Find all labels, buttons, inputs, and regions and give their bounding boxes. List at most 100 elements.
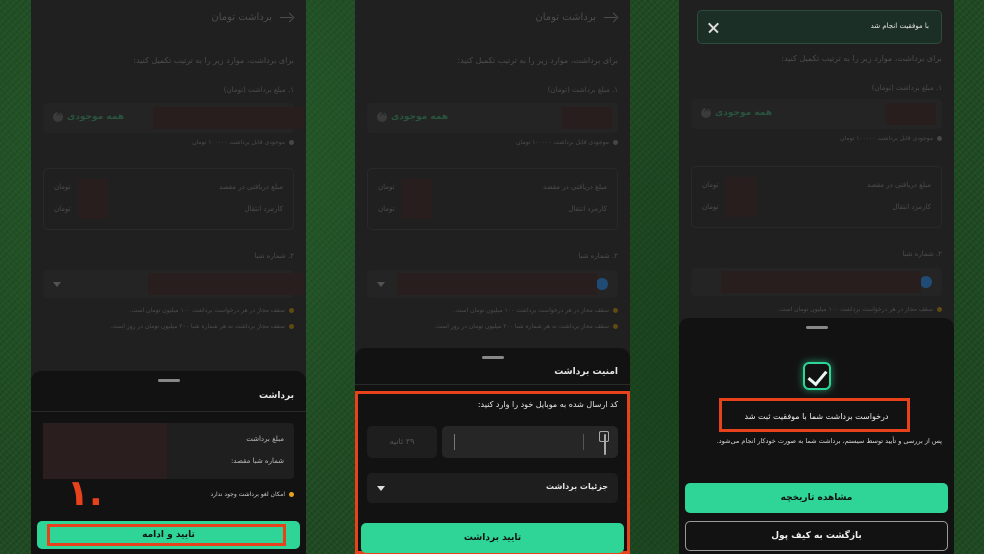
currency-1: تومان bbox=[54, 183, 71, 191]
chevron-down-icon bbox=[377, 282, 385, 287]
currency-2: تومان bbox=[378, 205, 395, 213]
security-sheet: امنیت برداشت کد ارسال شده به موبایل خود … bbox=[355, 348, 630, 554]
back-to-wallet-button[interactable]: بازگشت به کیف پول bbox=[685, 521, 948, 551]
sheba-select[interactable] bbox=[43, 270, 303, 298]
sheba-select[interactable] bbox=[367, 270, 618, 298]
sheba-label: ۲. شماره شبا bbox=[902, 250, 942, 258]
withdrawable-hint-row: موجودی قابل برداشت ۱۰۰۰۰۰ تومان bbox=[192, 139, 294, 146]
amount-label: ۱. مبلغ برداشت (تومان) bbox=[223, 86, 294, 94]
phone-screen-confirm: برداشت تومان برای برداشت، موارد زیر را ب… bbox=[31, 0, 306, 554]
withdrawable-hint: موجودی قابل برداشت ۱۰۰۰۰۰ تومان bbox=[516, 139, 609, 146]
page-title: برداشت تومان bbox=[535, 12, 596, 23]
phone-screen-security: برداشت تومان برای برداشت، موارد زیر را ب… bbox=[355, 0, 630, 554]
redacted-sheba bbox=[397, 273, 597, 295]
redacted-summary bbox=[43, 423, 167, 479]
redacted-sheba bbox=[148, 273, 303, 295]
redacted-values bbox=[402, 179, 432, 219]
limit-note-1-row: سقف مجاز در هر درخواست برداشت ۱۰۰ میلیون… bbox=[778, 306, 942, 313]
limit-note-1: سقف مجاز در هر درخواست برداشت ۱۰۰ میلیون… bbox=[129, 307, 285, 314]
summary-card: مبلغ دریافتی در مقصد کارمزد انتقال تومان… bbox=[43, 168, 294, 230]
withdrawable-hint: موجودی قابل برداشت ۱۰۰۰۰۰ تومان bbox=[192, 139, 285, 146]
fee-label: کارمزد انتقال bbox=[244, 205, 283, 213]
limit-note-2-row: سقف مجاز برداشت به هر شماره شبا ۲۰۰ میلی… bbox=[110, 323, 294, 330]
clear-icon[interactable] bbox=[53, 109, 63, 122]
limit-note-1: سقف مجاز در هر درخواست برداشت ۱۰۰ میلیون… bbox=[453, 307, 609, 314]
sheet-title: برداشت bbox=[258, 391, 294, 401]
sheet-handle[interactable] bbox=[157, 379, 180, 382]
all-balance-button[interactable]: همه موجودی bbox=[391, 112, 448, 122]
amount-input[interactable]: همه موجودی bbox=[367, 103, 618, 133]
currency-1: تومان bbox=[702, 181, 719, 189]
info-icon bbox=[289, 140, 294, 145]
cancel-note-row: امکان لغو برداشت وجود ندارد bbox=[210, 491, 294, 498]
chevron-down-icon bbox=[53, 282, 61, 287]
currency-2: تومان bbox=[54, 205, 71, 213]
highlight-success-title bbox=[719, 398, 910, 432]
redacted-amount bbox=[562, 107, 612, 129]
back-arrow-icon[interactable] bbox=[604, 13, 618, 23]
limit-note-1-row: سقف مجاز در هر درخواست برداشت ۱۰۰ میلیون… bbox=[454, 307, 618, 314]
confirm-withdraw-button[interactable]: تایید برداشت bbox=[361, 523, 624, 553]
success-check-icon bbox=[803, 362, 831, 390]
clear-icon[interactable] bbox=[701, 105, 711, 118]
sheet-handle[interactable] bbox=[805, 326, 828, 329]
redacted-amount bbox=[153, 107, 303, 129]
view-history-button[interactable]: مشاهده تاریخچه bbox=[685, 483, 948, 513]
redacted-values bbox=[78, 179, 108, 219]
receive-label: مبلغ دریافتی در مقصد bbox=[543, 183, 607, 191]
code-prompt: کد ارسال شده به موبایل خود را وارد کنید: bbox=[477, 400, 618, 409]
limit-note-1: سقف مجاز در هر درخواست برداشت ۱۰۰ میلیون… bbox=[777, 306, 933, 313]
confirm-sheba-label: شماره شبا مقصد: bbox=[230, 457, 284, 465]
summary-card: مبلغ دریافتی در مقصد کارمزد انتقال تومان… bbox=[691, 166, 942, 228]
fee-label: کارمزد انتقال bbox=[892, 203, 931, 211]
redacted-values bbox=[726, 177, 756, 217]
instructions: برای برداشت، موارد زیر را به ترتیب تکمیل… bbox=[457, 56, 618, 65]
warning-dot-icon bbox=[613, 324, 618, 329]
bank-logo-icon bbox=[596, 278, 608, 290]
amount-input[interactable]: همه موجودی bbox=[43, 103, 303, 133]
sheet-handle[interactable] bbox=[481, 356, 504, 359]
paste-icon[interactable] bbox=[604, 434, 606, 455]
instructions: برای برداشت، موارد زیر را به ترتیب تکمیل… bbox=[133, 56, 294, 65]
back-arrow-icon[interactable] bbox=[280, 13, 294, 23]
details-accordion[interactable]: جزئیات برداشت bbox=[367, 473, 618, 503]
warning-dot-icon bbox=[289, 308, 294, 313]
limit-note-2: سقف مجاز برداشت به هر شماره شبا ۲۰۰ میلی… bbox=[110, 323, 285, 330]
currency-1: تومان bbox=[378, 183, 395, 191]
info-icon bbox=[937, 136, 942, 141]
withdrawable-hint-row: موجودی قابل برداشت ۱۰۰۰۰۰ تومان bbox=[840, 135, 942, 142]
amount-input[interactable]: همه موجودی bbox=[691, 99, 942, 129]
bank-logo-icon bbox=[920, 276, 932, 288]
redacted-amount bbox=[886, 103, 936, 125]
warning-dot-icon bbox=[289, 324, 294, 329]
all-balance-button[interactable]: همه موجودی bbox=[67, 112, 124, 122]
amount-label: ۱. مبلغ برداشت (تومان) bbox=[871, 84, 942, 92]
page-title: برداشت تومان bbox=[211, 12, 272, 23]
all-balance-button[interactable]: همه موجودی bbox=[715, 108, 772, 118]
amount-label: ۱. مبلغ برداشت (تومان) bbox=[547, 86, 618, 94]
page-header: برداشت تومان bbox=[535, 12, 618, 23]
highlight-confirm-button bbox=[47, 524, 286, 546]
details-label: جزئیات برداشت bbox=[545, 482, 608, 491]
cancel-note: امکان لغو برداشت وجود ندارد bbox=[210, 491, 285, 498]
step-number: ۱. bbox=[67, 473, 103, 514]
clear-icon[interactable] bbox=[377, 109, 387, 122]
phone-screen-success: برای برداشت، موارد زیر را به ترتیب تکمیل… bbox=[679, 0, 954, 554]
close-icon[interactable] bbox=[708, 22, 719, 33]
withdrawable-hint-row: موجودی قابل برداشت ۱۰۰۰۰۰ تومان bbox=[516, 139, 618, 146]
withdrawable-hint: موجودی قابل برداشت ۱۰۰۰۰۰ تومان bbox=[840, 135, 933, 142]
fee-label: کارمزد انتقال bbox=[568, 205, 607, 213]
sheet-title: امنیت برداشت bbox=[554, 367, 618, 377]
otp-input[interactable] bbox=[442, 426, 618, 458]
limit-note-2-row: سقف مجاز برداشت به هر شماره شبا ۲۰۰ میلی… bbox=[434, 323, 618, 330]
info-icon bbox=[613, 140, 618, 145]
currency-2: تومان bbox=[702, 203, 719, 211]
confirm-summary-box: مبلغ برداشت شماره شبا مقصد: bbox=[43, 423, 294, 479]
receive-label: مبلغ دریافتی در مقصد bbox=[219, 183, 283, 191]
limit-note-2: سقف مجاز برداشت به هر شماره شبا ۲۰۰ میلی… bbox=[434, 323, 609, 330]
confirm-sheet: برداشت مبلغ برداشت شماره شبا مقصد: امکان… bbox=[31, 371, 306, 554]
sheba-label: ۲. شماره شبا bbox=[578, 252, 618, 260]
sheba-select[interactable] bbox=[691, 268, 942, 296]
warning-dot-icon bbox=[937, 307, 942, 312]
summary-card: مبلغ دریافتی در مقصد کارمزد انتقال تومان… bbox=[367, 168, 618, 230]
